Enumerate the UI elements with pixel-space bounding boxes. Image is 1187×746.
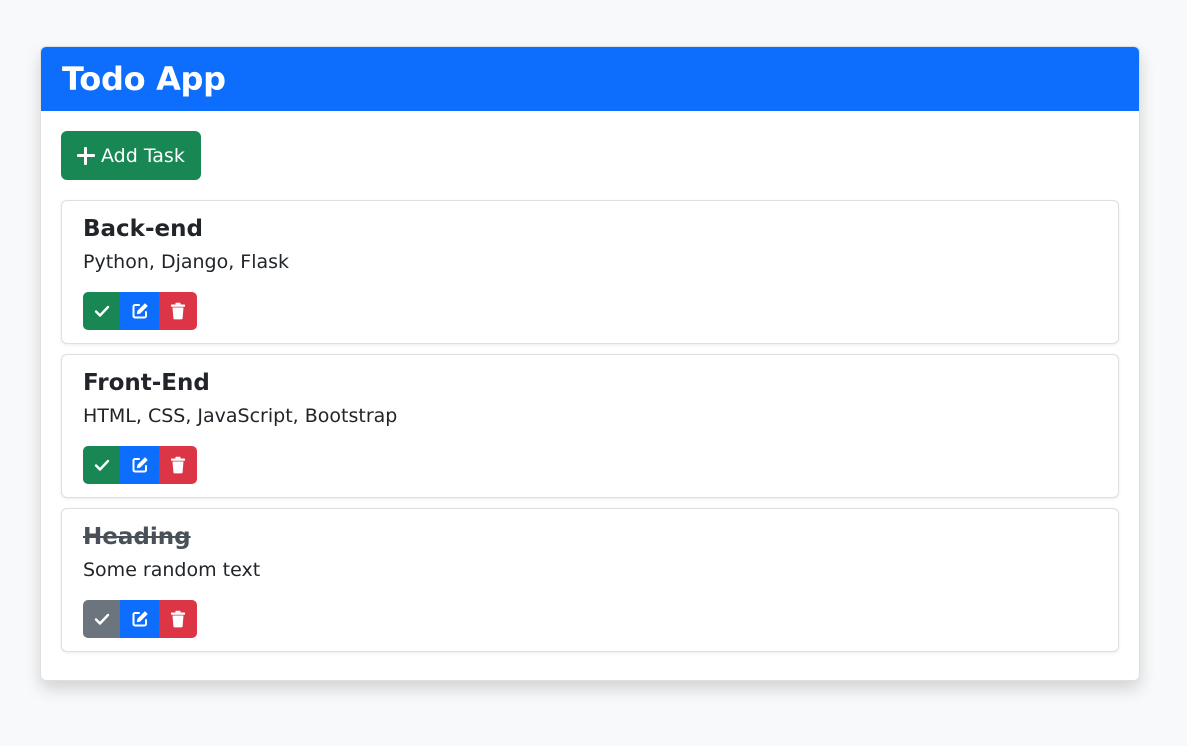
task-card: Front-End HTML, CSS, JavaScript, Bootstr… (61, 354, 1119, 498)
add-task-button[interactable]: Add Task (61, 131, 201, 180)
complete-task-button[interactable] (83, 292, 120, 330)
edit-icon (132, 457, 148, 473)
task-title: Front-End (83, 370, 210, 396)
task-actions (83, 292, 197, 330)
plus-icon (77, 146, 95, 165)
edit-task-button[interactable] (120, 446, 159, 484)
trash-icon (171, 456, 185, 474)
delete-task-button[interactable] (159, 600, 197, 638)
check-icon (94, 459, 109, 471)
edit-task-button[interactable] (120, 292, 159, 330)
edit-icon (132, 303, 148, 319)
task-title: Back-end (83, 216, 203, 242)
task-description: Some random text (83, 559, 261, 581)
delete-task-button[interactable] (159, 446, 197, 484)
task-actions (83, 600, 197, 638)
trash-icon (171, 610, 185, 628)
delete-task-button[interactable] (159, 292, 197, 330)
app-header: Todo App (41, 47, 1139, 111)
task-list: Back-end Python, Django, Flask Front-End (61, 200, 1119, 652)
app-title: Todo App (62, 60, 226, 98)
complete-task-button[interactable] (83, 446, 120, 484)
app-body: Add Task Back-end Python, Django, Flask (41, 111, 1139, 652)
edit-task-button[interactable] (120, 600, 159, 638)
task-description: Python, Django, Flask (83, 251, 290, 273)
edit-icon (132, 611, 148, 627)
todo-app-card: Todo App Add Task Back-end Python, Djang… (40, 46, 1140, 681)
task-card: Heading Some random text (61, 508, 1119, 652)
task-card: Back-end Python, Django, Flask (61, 200, 1119, 344)
task-actions (83, 446, 197, 484)
trash-icon (171, 302, 185, 320)
task-description: HTML, CSS, JavaScript, Bootstrap (83, 405, 398, 427)
check-icon (94, 305, 109, 317)
check-icon (94, 613, 109, 625)
add-task-label: Add Task (101, 144, 185, 167)
complete-task-button[interactable] (83, 600, 120, 638)
task-title: Heading (83, 524, 191, 550)
